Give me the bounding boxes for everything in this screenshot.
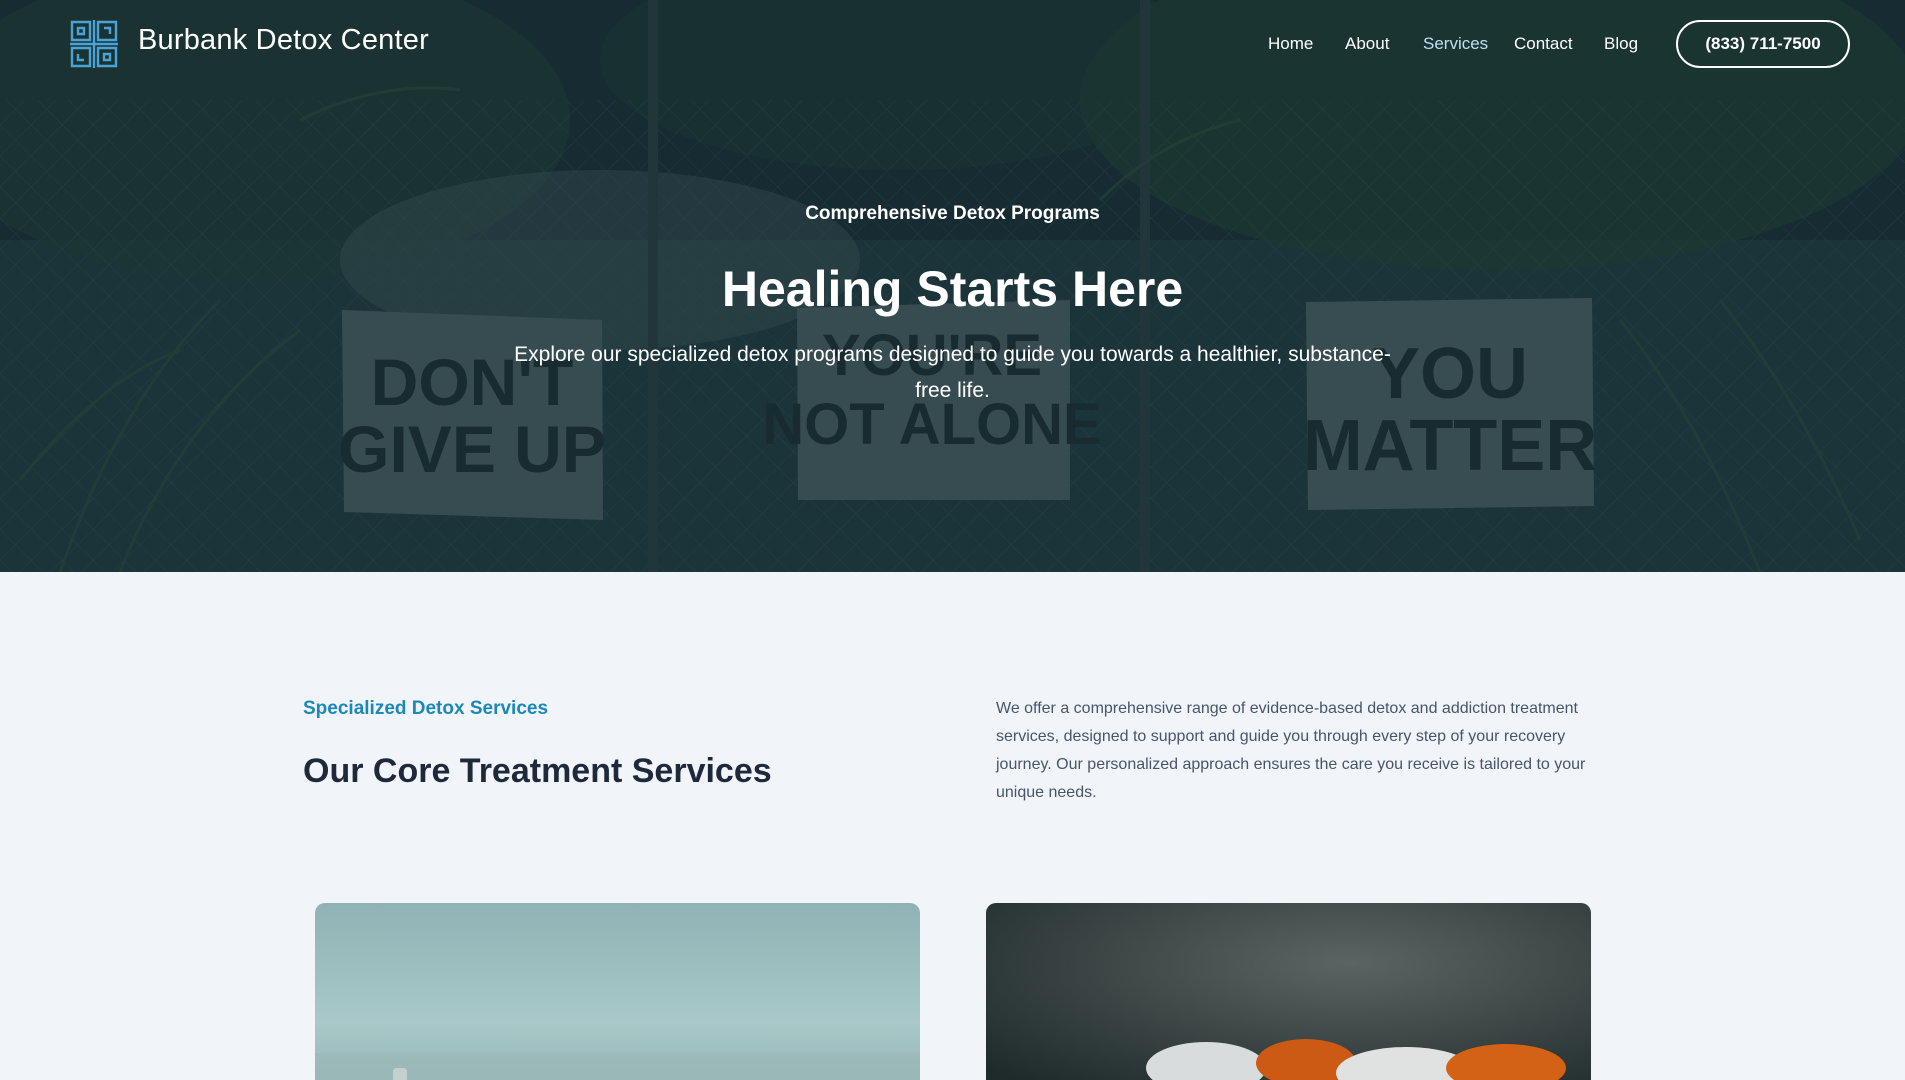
section-kicker: Specialized Detox Services <box>303 698 549 719</box>
section-title: Our Core Treatment Services <box>303 752 772 790</box>
brand-name[interactable]: Burbank Detox Center <box>138 24 429 57</box>
site-header: Burbank Detox Center Home About Services… <box>0 0 1905 90</box>
logo-icon[interactable] <box>70 20 118 68</box>
service-card-image-2[interactable] <box>986 903 1591 1080</box>
phone-call-button[interactable]: (833) 711-7500 <box>1676 20 1850 68</box>
nav-home[interactable]: Home <box>1268 34 1313 54</box>
hero-title: Healing Starts Here <box>721 261 1184 317</box>
nav-about[interactable]: About <box>1345 34 1389 54</box>
seaside-photo <box>315 903 920 1080</box>
service-card-image-1[interactable] <box>315 903 920 1080</box>
section-description: We offer a comprehensive range of eviden… <box>996 700 1586 801</box>
pill-bottles-photo <box>986 903 1591 1080</box>
nav-services[interactable]: Services <box>1423 34 1488 54</box>
nav-blog[interactable]: Blog <box>1604 34 1638 54</box>
nav-contact[interactable]: Contact <box>1514 34 1573 54</box>
hero-subtitle: Explore our specialized detox programs d… <box>514 343 1391 402</box>
hero-section: DON'T GIVE UP YOU'RE NOT ALONE YOU MATTE… <box>0 0 1905 572</box>
hero-eyebrow: Comprehensive Detox Programs <box>805 203 1100 224</box>
